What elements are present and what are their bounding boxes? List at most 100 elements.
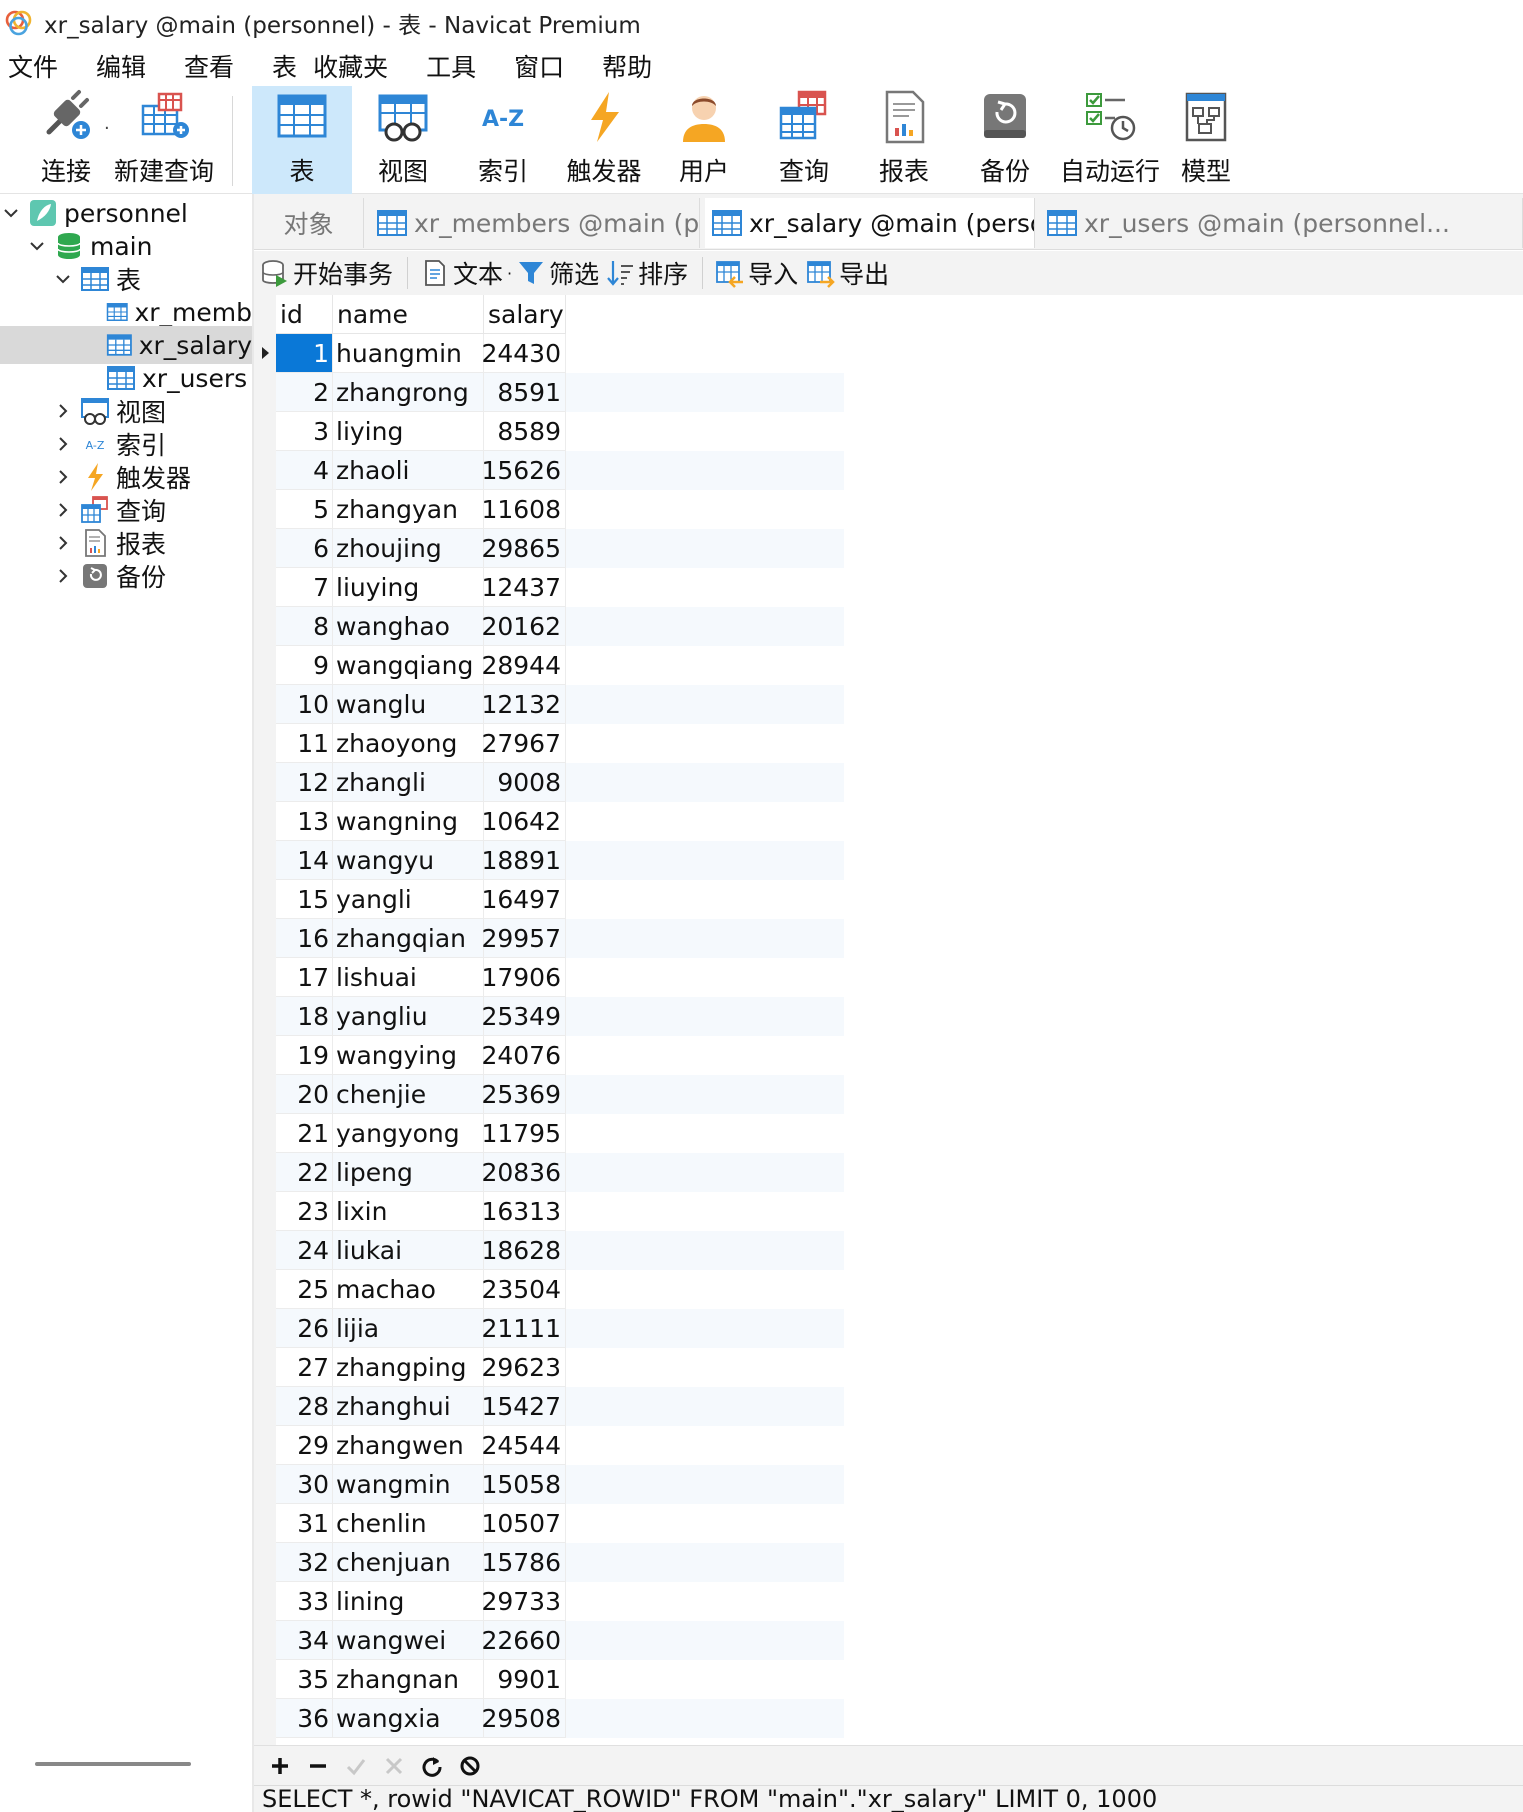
table-row[interactable]: 8 wanghao 20162: [276, 607, 844, 646]
cell-salary[interactable]: 24430: [481, 334, 566, 373]
cell-name[interactable]: wanglu: [333, 685, 484, 724]
cell-salary[interactable]: 9901: [484, 1660, 566, 1699]
cell-id[interactable]: 32: [276, 1543, 333, 1582]
chevron-down-icon[interactable]: [28, 237, 46, 255]
cell-name[interactable]: lishuai: [333, 958, 484, 997]
cell-name[interactable]: zhoujing: [333, 529, 484, 568]
cell-name[interactable]: wangxia: [333, 1699, 484, 1738]
table-row[interactable]: 21 yangyong 11795: [276, 1114, 844, 1153]
cell-name[interactable]: zhangrong: [333, 373, 484, 412]
cell-salary[interactable]: 25349: [481, 997, 566, 1036]
cell-id[interactable]: 8: [276, 607, 333, 646]
model-tool-button[interactable]: 模型: [1156, 86, 1256, 194]
menu-favorites[interactable]: 收藏夹: [305, 48, 396, 84]
table-row[interactable]: 30 wangmin 15058: [276, 1465, 844, 1504]
cell-name[interactable]: yangli: [333, 880, 484, 919]
cell-id[interactable]: 13: [276, 802, 333, 841]
cell-name[interactable]: lipeng: [333, 1153, 484, 1192]
cell-id[interactable]: 7: [276, 568, 333, 607]
chevron-down-icon[interactable]: [2, 204, 20, 222]
cell-salary[interactable]: 9008: [484, 763, 566, 802]
column-header-name[interactable]: name: [333, 295, 484, 334]
cell-salary[interactable]: 15786: [481, 1543, 566, 1582]
cell-id[interactable]: 36: [276, 1699, 333, 1738]
table-row[interactable]: 11 zhaoyong 27967: [276, 724, 844, 763]
table-row[interactable]: 27 zhangping 29623: [276, 1348, 844, 1387]
text-dropdown-icon[interactable]: ·: [507, 264, 512, 283]
view-tool-button[interactable]: 视图: [353, 86, 453, 194]
query-tool-button[interactable]: 查询: [754, 86, 854, 194]
menu-edit[interactable]: 编辑: [88, 48, 154, 84]
cell-id[interactable]: 11: [276, 724, 333, 763]
cell-salary[interactable]: 24544: [481, 1426, 566, 1465]
discard-changes-icon[interactable]: [380, 1752, 408, 1780]
cell-id[interactable]: 3: [276, 412, 333, 451]
cell-id[interactable]: 10: [276, 685, 333, 724]
cell-id[interactable]: 1: [276, 334, 333, 373]
cell-name[interactable]: zhangli: [333, 763, 484, 802]
cell-salary[interactable]: 20836: [481, 1153, 566, 1192]
cell-name[interactable]: lijia: [333, 1309, 484, 1348]
cell-salary[interactable]: 22660: [481, 1621, 566, 1660]
cell-name[interactable]: wangning: [333, 802, 484, 841]
table-row[interactable]: 1 huangmin 24430: [276, 334, 844, 373]
cell-id[interactable]: 20: [276, 1075, 333, 1114]
connect-dropdown-icon[interactable]: ·: [104, 118, 110, 139]
cell-name[interactable]: liukai: [333, 1231, 484, 1270]
cell-name[interactable]: lining: [333, 1582, 484, 1621]
cell-salary[interactable]: 8591: [484, 373, 566, 412]
cell-id[interactable]: 25: [276, 1270, 333, 1309]
new-query-button[interactable]: 新建查询: [114, 86, 214, 194]
table-row[interactable]: 32 chenjuan 15786: [276, 1543, 844, 1582]
cell-id[interactable]: 18: [276, 997, 333, 1036]
table-row[interactable]: 24 liukai 18628: [276, 1231, 844, 1270]
cell-id[interactable]: 23: [276, 1192, 333, 1231]
table-row[interactable]: 9 wangqiang 28944: [276, 646, 844, 685]
cell-name[interactable]: liying: [333, 412, 484, 451]
cell-salary[interactable]: 15626: [481, 451, 566, 490]
connect-button[interactable]: 连接: [26, 86, 106, 194]
cell-id[interactable]: 14: [276, 841, 333, 880]
table-tool-button[interactable]: 表: [252, 86, 352, 194]
index-tool-button[interactable]: A-Z 索引: [453, 86, 553, 194]
table-row[interactable]: 15 yangli 16497: [276, 880, 844, 919]
cell-name[interactable]: wangqiang: [333, 646, 484, 685]
table-row[interactable]: 2 zhangrong 8591: [276, 373, 844, 412]
table-row[interactable]: 28 zhanghui 15427: [276, 1387, 844, 1426]
cell-name[interactable]: zhangnan: [333, 1660, 484, 1699]
table-row[interactable]: 20 chenjie 25369: [276, 1075, 844, 1114]
table-row[interactable]: 19 wangying 24076: [276, 1036, 844, 1075]
cell-salary[interactable]: 16313: [481, 1192, 566, 1231]
table-row[interactable]: 26 lijia 21111: [276, 1309, 844, 1348]
table-row[interactable]: 7 liuying 12437: [276, 568, 844, 607]
begin-transaction-button[interactable]: 开始事务: [260, 255, 393, 291]
cell-id[interactable]: 4: [276, 451, 333, 490]
import-button[interactable]: 导入: [715, 255, 798, 291]
cell-salary[interactable]: 29623: [481, 1348, 566, 1387]
cell-id[interactable]: 27: [276, 1348, 333, 1387]
cell-id[interactable]: 19: [276, 1036, 333, 1075]
table-row[interactable]: 34 wangwei 22660: [276, 1621, 844, 1660]
text-view-button[interactable]: 文本 ·: [420, 255, 512, 291]
table-row[interactable]: 18 yangliu 25349: [276, 997, 844, 1036]
user-tool-button[interactable]: 用户: [654, 86, 754, 194]
menu-view[interactable]: 查看: [176, 48, 242, 84]
cell-id[interactable]: 16: [276, 919, 333, 958]
table-row[interactable]: 33 lining 29733: [276, 1582, 844, 1621]
chevron-down-icon[interactable]: [54, 270, 72, 288]
automation-tool-button[interactable]: 自动运行: [1055, 86, 1165, 194]
sort-button[interactable]: 排序: [605, 255, 688, 291]
cell-id[interactable]: 17: [276, 958, 333, 997]
cell-name[interactable]: zhangwen: [333, 1426, 484, 1465]
stop-icon[interactable]: [456, 1752, 484, 1780]
cell-salary[interactable]: 10507: [481, 1504, 566, 1543]
filter-button[interactable]: 筛选: [516, 255, 599, 291]
cell-name[interactable]: chenjuan: [333, 1543, 484, 1582]
cell-id[interactable]: 15: [276, 880, 333, 919]
cell-id[interactable]: 12: [276, 763, 333, 802]
tab-xr-users[interactable]: xr_users @main (personnel...: [1040, 198, 1523, 248]
cell-salary[interactable]: 15427: [481, 1387, 566, 1426]
cell-salary[interactable]: 29957: [481, 919, 566, 958]
cell-name[interactable]: yangliu: [333, 997, 484, 1036]
cell-salary[interactable]: 29733: [481, 1582, 566, 1621]
